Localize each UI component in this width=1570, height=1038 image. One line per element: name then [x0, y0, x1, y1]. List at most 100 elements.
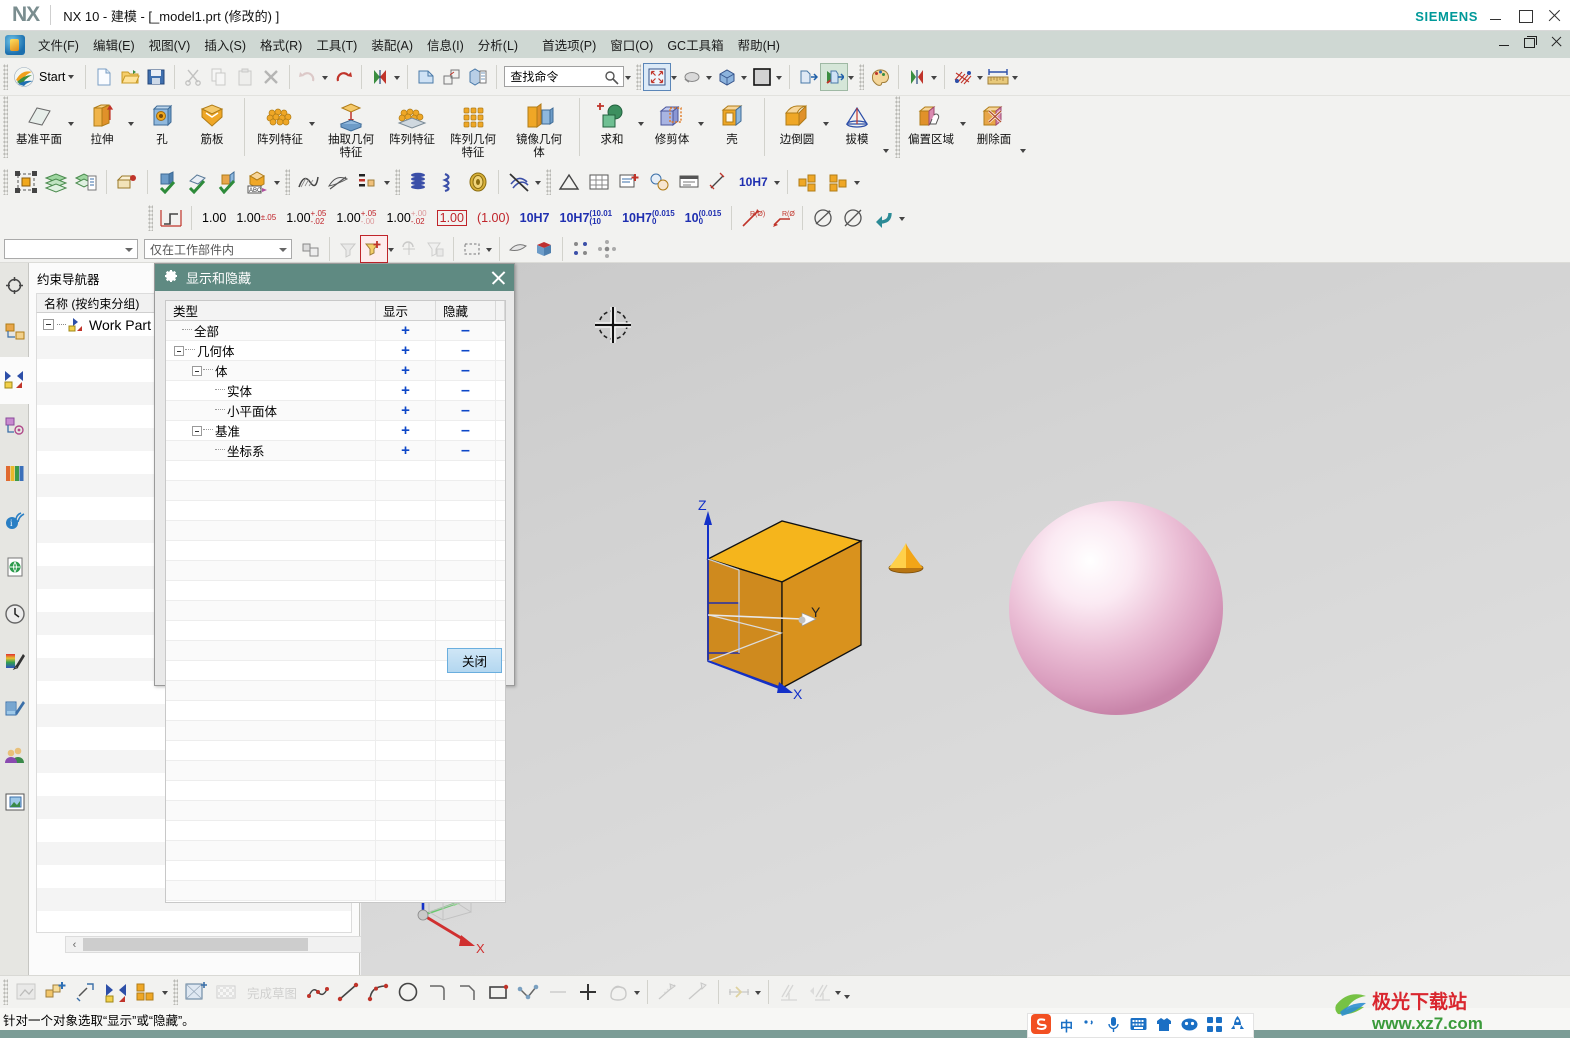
dim-fit-button[interactable]: 10H7: [515, 212, 555, 225]
thread-icon[interactable]: [403, 167, 433, 197]
document-restore-button[interactable]: [1524, 35, 1537, 48]
resource-item-web-browser[interactable]: [0, 545, 29, 592]
ribbon-button-mirror-geometry[interactable]: 镜像几何体: [506, 96, 572, 160]
show-plus-icon[interactable]: +: [401, 383, 410, 398]
toolbar-grip[interactable]: [148, 205, 153, 231]
start-menu-button[interactable]: Start: [37, 68, 80, 86]
show-and-hide-icon[interactable]: [183, 167, 213, 197]
ribbon-button-pattern-feature[interactable]: 阵列特征: [252, 96, 308, 147]
toolbar-grip[interactable]: [173, 979, 178, 1005]
table-row[interactable]: 实体 + –: [166, 381, 505, 401]
gear-modeling-icon[interactable]: [463, 167, 493, 197]
selection-filter-combo[interactable]: [4, 239, 138, 259]
hide-minus-icon[interactable]: –: [461, 442, 470, 458]
row-show-cell[interactable]: +: [376, 421, 436, 440]
cut-icon[interactable]: [180, 64, 206, 90]
table-row[interactable]: 全部 + –: [166, 321, 505, 341]
fit-view-icon[interactable]: [643, 62, 672, 91]
resource-item-hd3d[interactable]: i: [0, 498, 29, 545]
row-show-cell[interactable]: +: [376, 401, 436, 420]
open-folder-icon[interactable]: [117, 64, 143, 90]
graphics-viewport[interactable]: Z X Y X: [361, 263, 1570, 975]
close-button[interactable]: [1547, 8, 1562, 23]
menu-preferences[interactable]: 首选项(P): [535, 31, 603, 58]
orient-view-icon[interactable]: [714, 64, 740, 90]
delete-icon[interactable]: [258, 64, 284, 90]
resource-item-reuse-library[interactable]: [0, 404, 29, 451]
expand-collapse-icon[interactable]: [192, 365, 202, 376]
dim-bilateral-button[interactable]: 1.00 +.05 -.02: [281, 209, 331, 227]
undo-caret-icon[interactable]: [321, 64, 330, 90]
show-object-icon[interactable]: [153, 167, 183, 197]
delete-pattern-icon[interactable]: [504, 167, 534, 197]
row-hide-cell[interactable]: –: [436, 321, 496, 340]
point-icon[interactable]: [573, 977, 603, 1007]
menu-window[interactable]: 窗口(O): [603, 31, 660, 58]
row-show-cell[interactable]: +: [376, 441, 436, 460]
mesh-caret-icon[interactable]: [976, 64, 985, 90]
menu-insert[interactable]: 插入(S): [197, 31, 253, 58]
detail-group-expand-icon[interactable]: [882, 96, 892, 156]
resource-item-library[interactable]: [0, 451, 29, 498]
move-handle-icon[interactable]: [568, 236, 594, 262]
scroll-left-icon[interactable]: ‹: [66, 939, 83, 951]
table-row[interactable]: 坐标系 + –: [166, 441, 505, 461]
trim-curve-icon[interactable]: [653, 977, 683, 1007]
rotate-handle-icon[interactable]: [594, 236, 620, 262]
row-hide-cell[interactable]: –: [436, 421, 496, 440]
mesh-surface-icon[interactable]: [950, 64, 976, 90]
hide-minus-icon[interactable]: –: [461, 342, 470, 358]
expand-collapse-icon[interactable]: [174, 345, 184, 356]
expand-collapse-icon[interactable]: [43, 319, 54, 330]
quick-trim-caret-icon[interactable]: [754, 979, 763, 1005]
dim-dev-only-button[interactable]: 10 (0.015 0: [680, 209, 727, 227]
punctuation-icon[interactable]: [1082, 1017, 1097, 1035]
ribbon-grip[interactable]: [3, 96, 8, 158]
diameter-cross-icon[interactable]: [838, 203, 868, 233]
dim-unilateral-up-button[interactable]: 1.00 +.05 -.00: [331, 209, 381, 227]
ribbon-button-draft[interactable]: 拔模: [832, 96, 882, 147]
ribbon-button-shell[interactable]: 壳: [707, 96, 757, 147]
ribbon-button-extrude[interactable]: 拉伸: [77, 96, 127, 147]
profile-caret-icon[interactable]: [633, 979, 642, 1005]
pattern-curve-icon[interactable]: [131, 977, 161, 1007]
auto-constraint-caret-icon[interactable]: [834, 979, 843, 1005]
ribbon-button-datum-plane[interactable]: 基准平面: [11, 96, 67, 147]
face-analysis-icon[interactable]: [323, 167, 353, 197]
rocket-icon[interactable]: [1231, 1016, 1245, 1035]
resource-item-assembly-navigator[interactable]: [0, 263, 29, 310]
face-select-icon[interactable]: [505, 236, 531, 262]
menu-information[interactable]: 信息(I): [420, 31, 471, 58]
add-note-icon[interactable]: [614, 167, 644, 197]
reverse-caret-icon[interactable]: [393, 64, 402, 90]
menu-format[interactable]: 格式(R): [253, 31, 309, 58]
new-file-icon[interactable]: [91, 64, 117, 90]
document-minimize-button[interactable]: [1498, 35, 1511, 48]
offset-region-caret-icon[interactable]: [959, 96, 969, 156]
show-plus-icon[interactable]: +: [401, 343, 410, 358]
toolbar-grip[interactable]: [859, 63, 865, 90]
chamfer-icon[interactable]: [453, 977, 483, 1007]
toolbar-grip[interactable]: [3, 63, 8, 90]
sogou-logo-icon[interactable]: [1031, 1014, 1051, 1037]
snap-filter-icon[interactable]: [422, 236, 448, 262]
zoom-caret-icon[interactable]: [705, 64, 714, 90]
body-select-icon[interactable]: [531, 236, 557, 262]
selection-scope-combo[interactable]: 仅在工作部件内: [144, 239, 292, 259]
nx-start-icon[interactable]: [11, 64, 37, 90]
fit-view-caret-icon[interactable]: [670, 64, 679, 90]
table-row[interactable]: 体 + –: [166, 361, 505, 381]
ribbon-grip[interactable]: [895, 96, 900, 158]
ribbon-button-trim-body[interactable]: 修剪体: [647, 96, 697, 147]
menu-file[interactable]: 文件(F): [31, 31, 86, 58]
toolbar-grip[interactable]: [3, 979, 8, 1005]
wcs-dynamics-icon[interactable]: [11, 167, 41, 197]
radius-dimension-icon[interactable]: R(Ø): [737, 203, 767, 233]
ribbon-button-pattern-feature-2[interactable]: 阵列特征: [384, 96, 440, 147]
shirt-icon[interactable]: [1156, 1017, 1172, 1035]
linear-dimension-icon[interactable]: [704, 167, 734, 197]
rectangle-select-caret-icon[interactable]: [485, 236, 494, 262]
hide-minus-icon[interactable]: –: [461, 322, 470, 338]
expression-icon[interactable]: [353, 167, 383, 197]
rectangle-select-icon[interactable]: [459, 236, 485, 262]
